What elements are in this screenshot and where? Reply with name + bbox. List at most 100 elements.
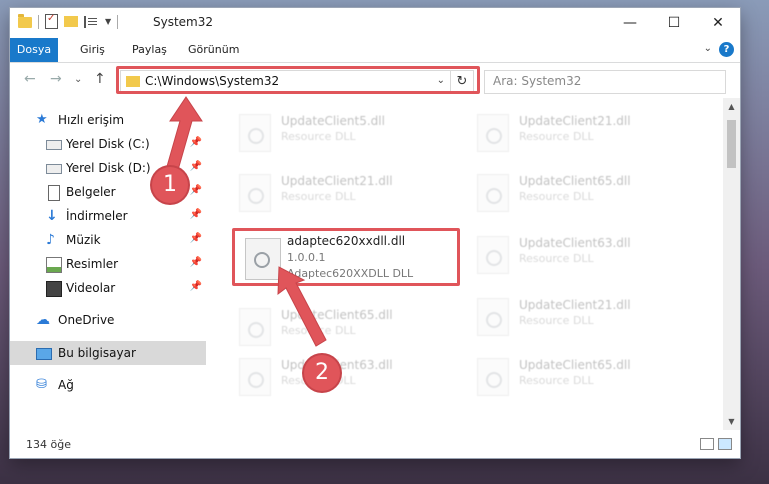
details-view-icon[interactable] xyxy=(700,438,714,450)
up-button[interactable]: ↑ xyxy=(94,71,106,87)
ribbon-expand-icon[interactable]: ⌄ xyxy=(704,43,712,54)
scrollbar-thumb[interactable] xyxy=(727,120,736,168)
sidebar-item-label: OneDrive xyxy=(58,313,115,327)
maximize-button[interactable]: ☐ xyxy=(652,8,696,38)
window-title: System32 xyxy=(153,15,214,29)
file-type: Resource DLL xyxy=(519,130,594,143)
close-button[interactable]: ✕ xyxy=(696,8,740,38)
file-name: UpdateClient65.dll xyxy=(281,308,393,322)
step-marker-2: 2 xyxy=(304,355,340,391)
list-item[interactable]: UpdateClient65.dll Resource DLL xyxy=(231,304,451,350)
forward-button[interactable]: → xyxy=(50,71,62,87)
toolbar-separator xyxy=(117,14,119,29)
drive-icon xyxy=(46,140,62,150)
dll-file-icon xyxy=(239,174,271,212)
status-bar: 134 öğe xyxy=(10,432,740,458)
sidebar-item-videos[interactable]: Videolar 📌 xyxy=(10,276,206,300)
scroll-down-arrow-icon[interactable]: ▼ xyxy=(723,413,740,430)
help-icon[interactable]: ? xyxy=(719,42,734,57)
dll-file-icon xyxy=(477,298,509,336)
navigation-pane: ★ Hızlı erişim Yerel Disk (C:) 📌 Yerel D… xyxy=(10,98,206,430)
scroll-up-arrow-icon[interactable]: ▲ xyxy=(723,98,740,115)
video-film-icon xyxy=(46,281,62,297)
file-highlight-box xyxy=(232,228,460,286)
list-item[interactable]: UpdateClient65.dll Resource DLL xyxy=(469,170,689,216)
search-box[interactable]: Ara: System32 xyxy=(484,70,726,94)
network-icon: ⛁ xyxy=(36,377,47,392)
drive-icon xyxy=(46,164,62,174)
file-name: UpdateClient65.dll xyxy=(519,358,631,372)
dll-file-icon xyxy=(477,358,509,396)
pin-icon: 📌 xyxy=(189,161,202,172)
pin-icon: 📌 xyxy=(189,233,202,244)
list-item[interactable]: UpdateClient5.dll Resource DLL xyxy=(231,110,451,156)
folder-icon xyxy=(18,14,32,28)
navigation-bar: ← → ⌄ ↑ C:\Windows\System32 ⌄ ↻ Ara: Sys… xyxy=(10,63,740,99)
sidebar-item-label: Belgeler xyxy=(66,185,116,199)
quick-access-star-icon: ★ xyxy=(36,112,48,127)
pin-icon: 📌 xyxy=(189,137,202,148)
tab-view[interactable]: Görünüm xyxy=(178,38,249,62)
vertical-scrollbar[interactable]: ▲ ▼ xyxy=(723,98,740,430)
recent-locations-icon[interactable]: ⌄ xyxy=(74,74,82,85)
explorer-window: ▼ System32 — ☐ ✕ Dosya Giriş Paylaş Görü… xyxy=(10,8,740,458)
item-count: 134 öğe xyxy=(26,438,71,451)
view-layout-icon[interactable] xyxy=(84,15,99,28)
file-type: Resource DLL xyxy=(519,314,594,327)
customize-dropdown-icon[interactable]: ▼ xyxy=(105,17,111,26)
sidebar-item-label: Yerel Disk (D:) xyxy=(66,161,151,175)
list-item[interactable]: UpdateClient63.dll Resource DLL xyxy=(231,354,451,400)
sidebar-item-music[interactable]: ♪ Müzik 📌 xyxy=(10,228,206,252)
tab-share[interactable]: Paylaş xyxy=(122,38,177,62)
pin-icon: 📌 xyxy=(189,209,202,220)
file-type: Resource DLL xyxy=(519,252,594,265)
dll-file-icon xyxy=(239,358,271,396)
tiles-view-icon[interactable] xyxy=(718,438,732,450)
documents-icon xyxy=(48,185,60,201)
dll-file-icon xyxy=(477,174,509,212)
sidebar-item-label: Yerel Disk (C:) xyxy=(66,137,150,151)
computer-icon xyxy=(36,348,52,360)
dll-file-icon xyxy=(477,114,509,152)
dll-file-icon xyxy=(239,308,271,346)
title-bar: ▼ System32 — ☐ ✕ xyxy=(10,8,740,38)
list-item[interactable]: UpdateClient21.dll Resource DLL xyxy=(231,170,451,216)
new-folder-icon[interactable] xyxy=(64,16,78,27)
list-item[interactable]: UpdateClient63.dll Resource DLL xyxy=(469,232,689,278)
sidebar-item-pictures[interactable]: Resimler 📌 xyxy=(10,252,206,276)
sidebar-item-onedrive[interactable]: ☁ OneDrive xyxy=(10,308,206,332)
pictures-icon xyxy=(46,257,62,273)
sidebar-item-label: Resimler xyxy=(66,257,119,271)
sidebar-item-label: Bu bilgisayar xyxy=(58,346,136,360)
file-type: Resource DLL xyxy=(519,374,594,387)
search-input[interactable]: Ara: System32 xyxy=(493,74,581,88)
sidebar-item-local-disk-c[interactable]: Yerel Disk (C:) 📌 xyxy=(10,132,206,156)
sidebar-item-label: Hızlı erişim xyxy=(58,113,125,127)
properties-icon[interactable] xyxy=(45,13,58,29)
list-item[interactable]: UpdateClient21.dll Resource DLL xyxy=(469,110,689,156)
file-type: Resource DLL xyxy=(519,190,594,203)
list-item[interactable]: UpdateClient65.dll Resource DLL xyxy=(469,354,689,400)
minimize-button[interactable]: — xyxy=(608,8,652,38)
cloud-icon: ☁ xyxy=(36,312,50,328)
quick-access-toolbar: ▼ xyxy=(18,13,119,29)
tab-file[interactable]: Dosya xyxy=(10,38,58,62)
list-item[interactable]: UpdateClient21.dll Resource DLL xyxy=(469,294,689,340)
file-name: UpdateClient65.dll xyxy=(519,174,631,188)
sidebar-item-quick-access[interactable]: ★ Hızlı erişim xyxy=(10,108,206,132)
music-note-icon: ♪ xyxy=(46,232,55,248)
pin-icon: 📌 xyxy=(189,281,202,292)
sidebar-item-this-pc[interactable]: Bu bilgisayar xyxy=(10,341,206,365)
file-name: UpdateClient5.dll xyxy=(281,114,385,128)
sidebar-item-downloads[interactable]: ↓ İndirmeler 📌 xyxy=(10,204,206,228)
sidebar-item-label: Ağ xyxy=(58,378,74,392)
tab-home[interactable]: Giriş xyxy=(70,38,115,62)
file-name: UpdateClient63.dll xyxy=(519,236,631,250)
toolbar-separator xyxy=(38,14,39,29)
ribbon-tabs: Dosya Giriş Paylaş Görünüm ⌄ ? xyxy=(10,38,740,63)
file-name: UpdateClient21.dll xyxy=(281,174,393,188)
back-button[interactable]: ← xyxy=(24,71,36,87)
step-marker-1: 1 xyxy=(152,167,188,203)
file-name: UpdateClient21.dll xyxy=(519,114,631,128)
sidebar-item-network[interactable]: ⛁ Ağ xyxy=(10,373,206,397)
